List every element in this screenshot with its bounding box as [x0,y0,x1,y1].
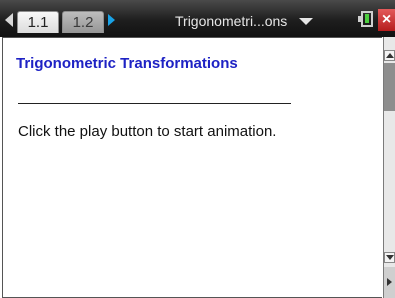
tab-1-1[interactable]: 1.1 [17,11,59,33]
scroll-up-icon[interactable] [384,50,395,61]
battery-level [365,14,369,23]
title-bar: 1.1 1.2 Trigonometri...ons × [0,0,395,37]
chevron-down-icon[interactable] [299,18,313,25]
next-page-icon[interactable] [108,14,115,26]
divider-line [18,103,291,104]
previous-page-icon[interactable] [5,13,13,27]
page-heading: Trigonometric Transformations [16,55,238,72]
scroll-right-icon[interactable] [384,267,395,298]
vertical-scrollbar[interactable] [383,37,395,298]
battery-icon [361,11,373,27]
scroll-thumb[interactable] [384,63,395,111]
tab-label: 1.1 [27,14,49,31]
scroll-down-icon[interactable] [384,252,395,263]
document-page [2,37,382,298]
document-title[interactable]: Trigonometri...ons [175,13,287,29]
close-icon[interactable]: × [378,9,395,31]
tab-1-2[interactable]: 1.2 [62,11,104,33]
tab-label: 1.2 [72,14,94,31]
instruction-text: Click the play button to start animation… [18,123,277,140]
